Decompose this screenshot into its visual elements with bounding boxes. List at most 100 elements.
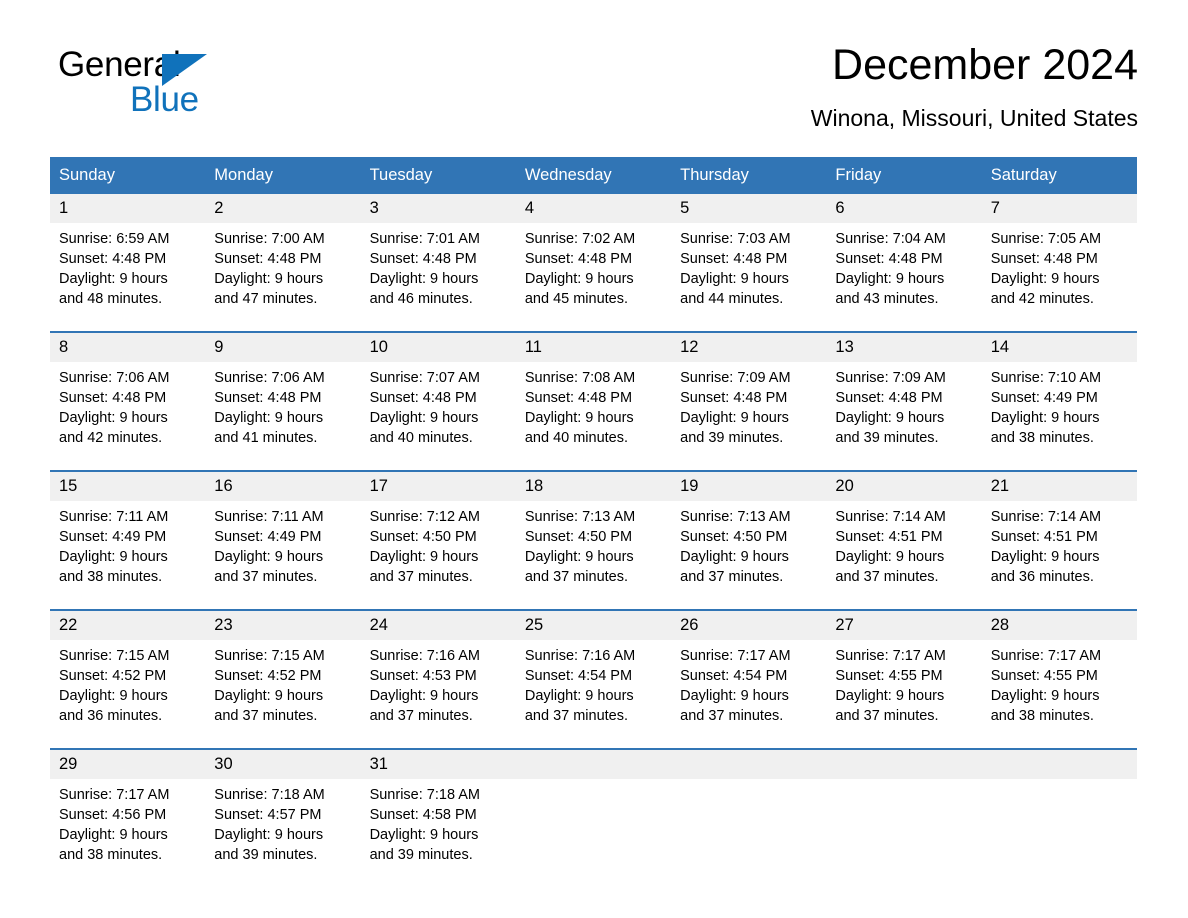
day-cell[interactable]: Sunrise: 7:14 AM Sunset: 4:51 PM Dayligh… (981, 501, 1137, 610)
general-blue-logo[interactable]: General Blue (58, 46, 318, 132)
day-cell[interactable]: Sunrise: 7:05 AM Sunset: 4:48 PM Dayligh… (981, 223, 1137, 332)
daylight-text-line2: and 38 minutes. (990, 708, 1094, 724)
day-cell[interactable]: Sunrise: 7:01 AM Sunset: 4:48 PM Dayligh… (360, 223, 516, 332)
day-number[interactable]: 24 (360, 609, 516, 640)
sunrise-text: Sunrise: 7:01 AM (369, 231, 480, 247)
daylight-text-line2: and 36 minutes. (59, 708, 163, 724)
day-number[interactable]: 15 (50, 470, 206, 501)
title-block: December 2024 Winona, Missouri, United S… (811, 38, 1138, 132)
day-number[interactable]: 21 (981, 470, 1137, 501)
day-cell[interactable]: Sunrise: 7:11 AM Sunset: 4:49 PM Dayligh… (50, 501, 206, 610)
day-number[interactable]: 27 (826, 609, 982, 640)
day-cell-empty (981, 779, 1137, 879)
day-number[interactable]: 20 (826, 470, 982, 501)
day-number[interactable]: 30 (205, 748, 361, 779)
day-number[interactable]: 23 (205, 609, 361, 640)
day-cell[interactable]: Sunrise: 7:10 AM Sunset: 4:49 PM Dayligh… (981, 362, 1137, 471)
week-2-info-row: Sunrise: 7:06 AM Sunset: 4:48 PM Dayligh… (50, 362, 1137, 471)
daylight-text-line2: and 43 minutes. (835, 291, 939, 307)
day-cell[interactable]: Sunrise: 7:17 AM Sunset: 4:55 PM Dayligh… (826, 640, 982, 749)
day-number[interactable]: 11 (515, 331, 672, 362)
day-cell[interactable]: Sunrise: 7:18 AM Sunset: 4:57 PM Dayligh… (205, 779, 361, 879)
day-number[interactable]: 29 (50, 748, 206, 779)
day-cell[interactable]: Sunrise: 7:18 AM Sunset: 4:58 PM Dayligh… (360, 779, 516, 879)
daylight-text-line1: Daylight: 9 hours (369, 827, 479, 843)
daylight-text-line1: Daylight: 9 hours (369, 688, 479, 704)
day-number[interactable]: 26 (671, 609, 827, 640)
day-number[interactable]: 18 (515, 470, 672, 501)
day-cell[interactable]: Sunrise: 7:04 AM Sunset: 4:48 PM Dayligh… (826, 223, 982, 332)
day-number[interactable]: 13 (826, 331, 982, 362)
sunset-text: Sunset: 4:48 PM (214, 390, 322, 406)
day-cell[interactable]: Sunrise: 7:06 AM Sunset: 4:48 PM Dayligh… (205, 362, 361, 471)
sunrise-text: Sunrise: 7:02 AM (524, 231, 636, 247)
day-cell[interactable]: Sunrise: 7:02 AM Sunset: 4:48 PM Dayligh… (515, 223, 672, 332)
day-cell[interactable]: Sunrise: 7:00 AM Sunset: 4:48 PM Dayligh… (205, 223, 361, 332)
day-cell-empty (671, 779, 827, 879)
sunrise-text: Sunrise: 7:06 AM (59, 370, 170, 386)
sunrise-text: Sunrise: 7:12 AM (369, 509, 480, 525)
day-cell[interactable]: Sunrise: 7:17 AM Sunset: 4:54 PM Dayligh… (671, 640, 827, 749)
day-cell[interactable]: Sunrise: 6:59 AM Sunset: 4:48 PM Dayligh… (50, 223, 206, 332)
day-number[interactable]: 5 (671, 194, 827, 223)
sunrise-text: Sunrise: 7:04 AM (835, 231, 946, 247)
day-number[interactable]: 7 (981, 194, 1137, 223)
day-cell[interactable]: Sunrise: 7:11 AM Sunset: 4:49 PM Dayligh… (205, 501, 361, 610)
day-number[interactable]: 2 (205, 194, 361, 223)
day-cell[interactable]: Sunrise: 7:12 AM Sunset: 4:50 PM Dayligh… (360, 501, 516, 610)
day-cell[interactable]: Sunrise: 7:09 AM Sunset: 4:48 PM Dayligh… (671, 362, 827, 471)
day-cell[interactable]: Sunrise: 7:06 AM Sunset: 4:48 PM Dayligh… (50, 362, 206, 471)
day-cell[interactable]: Sunrise: 7:15 AM Sunset: 4:52 PM Dayligh… (205, 640, 361, 749)
week-1-daynum-row: 1 2 3 4 5 6 7 (50, 194, 1137, 223)
day-number[interactable]: 14 (981, 331, 1137, 362)
page-subtitle: Winona, Missouri, United States (810, 105, 1138, 131)
day-number[interactable]: 16 (205, 470, 361, 501)
sunset-text: Sunset: 4:58 PM (369, 807, 477, 823)
day-number[interactable]: 12 (671, 331, 827, 362)
day-cell[interactable]: Sunrise: 7:17 AM Sunset: 4:55 PM Dayligh… (981, 640, 1137, 749)
daylight-text-line2: and 37 minutes. (524, 569, 629, 585)
day-cell[interactable]: Sunrise: 7:08 AM Sunset: 4:48 PM Dayligh… (515, 362, 672, 471)
daylight-text-line2: and 44 minutes. (680, 291, 784, 307)
day-number[interactable]: 1 (50, 194, 206, 223)
sunset-text: Sunset: 4:49 PM (59, 529, 167, 545)
day-number[interactable]: 19 (671, 470, 827, 501)
sunset-text: Sunset: 4:49 PM (990, 390, 1098, 406)
daylight-text-line1: Daylight: 9 hours (680, 410, 789, 426)
day-cell[interactable]: Sunrise: 7:03 AM Sunset: 4:48 PM Dayligh… (671, 223, 827, 332)
daylight-text-line1: Daylight: 9 hours (524, 688, 634, 704)
sunrise-text: Sunrise: 7:17 AM (835, 648, 946, 664)
day-cell[interactable]: Sunrise: 7:16 AM Sunset: 4:53 PM Dayligh… (360, 640, 516, 749)
day-number[interactable]: 25 (515, 609, 672, 640)
weekday-header-saturday: Saturday (981, 157, 1137, 194)
day-number[interactable]: 31 (360, 748, 516, 779)
day-cell[interactable]: Sunrise: 7:16 AM Sunset: 4:54 PM Dayligh… (515, 640, 672, 749)
daylight-text-line1: Daylight: 9 hours (990, 410, 1100, 426)
day-cell[interactable]: Sunrise: 7:15 AM Sunset: 4:52 PM Dayligh… (50, 640, 206, 749)
day-number[interactable]: 17 (360, 470, 516, 501)
daylight-text-line1: Daylight: 9 hours (835, 410, 945, 426)
day-cell[interactable]: Sunrise: 7:17 AM Sunset: 4:56 PM Dayligh… (50, 779, 206, 879)
day-number[interactable]: 22 (50, 609, 206, 640)
day-number[interactable]: 28 (981, 609, 1137, 640)
calendar-page: General Blue December 2024 Winona, Misso… (0, 0, 1188, 918)
day-cell[interactable]: Sunrise: 7:13 AM Sunset: 4:50 PM Dayligh… (515, 501, 672, 610)
day-number[interactable]: 4 (515, 194, 672, 223)
day-number[interactable]: 6 (826, 194, 982, 223)
day-cell-empty (826, 779, 982, 879)
day-number[interactable]: 9 (205, 331, 361, 362)
daylight-text-line2: and 39 minutes. (680, 430, 784, 446)
day-cell[interactable]: Sunrise: 7:13 AM Sunset: 4:50 PM Dayligh… (671, 501, 827, 610)
sunset-text: Sunset: 4:49 PM (214, 529, 322, 545)
weekday-header-monday: Monday (205, 157, 361, 194)
daylight-text-line2: and 38 minutes. (990, 430, 1094, 446)
day-cell[interactable]: Sunrise: 7:14 AM Sunset: 4:51 PM Dayligh… (826, 501, 982, 610)
daylight-text-line2: and 47 minutes. (214, 291, 318, 307)
day-number[interactable]: 10 (360, 331, 516, 362)
day-cell[interactable]: Sunrise: 7:07 AM Sunset: 4:48 PM Dayligh… (360, 362, 516, 471)
daylight-text-line1: Daylight: 9 hours (524, 549, 634, 565)
daylight-text-line2: and 39 minutes. (214, 847, 318, 863)
day-number[interactable]: 3 (360, 194, 516, 223)
day-cell[interactable]: Sunrise: 7:09 AM Sunset: 4:48 PM Dayligh… (826, 362, 982, 471)
day-number[interactable]: 8 (50, 331, 206, 362)
